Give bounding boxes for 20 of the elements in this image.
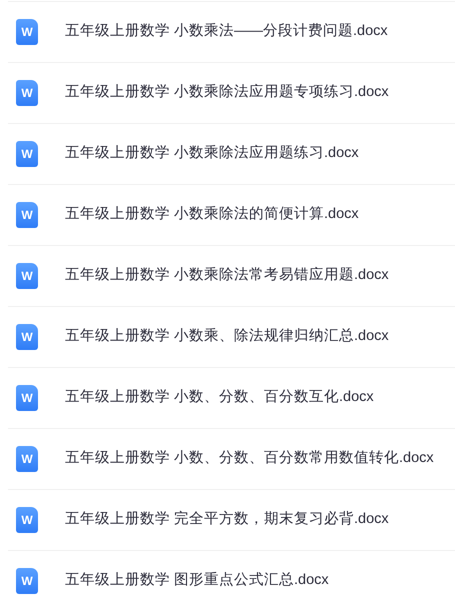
file-name[interactable]: 五年级上册数学 小数乘法——分段计费问题.docx xyxy=(65,21,388,43)
file-name[interactable]: 五年级上册数学 小数乘、除法规律归纳汇总.docx xyxy=(65,326,389,348)
file-name[interactable]: 五年级上册数学 小数乘除法的简便计算.docx xyxy=(65,204,359,226)
file-name[interactable]: 五年级上册数学 小数、分数、百分数互化.docx xyxy=(65,387,374,409)
document-icon: W xyxy=(16,507,38,533)
document-icon: W xyxy=(16,324,38,350)
document-icon: W xyxy=(16,19,38,45)
document-icon: W xyxy=(16,385,38,411)
file-name[interactable]: 五年级上册数学 小数乘除法常考易错应用题.docx xyxy=(65,265,389,287)
file-name[interactable]: 五年级上册数学 完全平方数，期末复习必背.docx xyxy=(65,509,389,531)
file-name[interactable]: 五年级上册数学 小数乘除法应用题练习.docx xyxy=(65,143,359,165)
document-icon: W xyxy=(16,568,38,594)
file-name[interactable]: 五年级上册数学 小数乘除法应用题专项练习.docx xyxy=(65,82,389,104)
file-name[interactable]: 五年级上册数学 小数、分数、百分数常用数值转化.docx xyxy=(65,448,434,470)
document-icon: W xyxy=(16,263,38,289)
file-name[interactable]: 五年级上册数学 图形重点公式汇总.docx xyxy=(65,570,329,592)
document-icon: W xyxy=(16,80,38,106)
document-icon: W xyxy=(16,202,38,228)
document-icon: W xyxy=(16,141,38,167)
document-icon: W xyxy=(16,446,38,472)
